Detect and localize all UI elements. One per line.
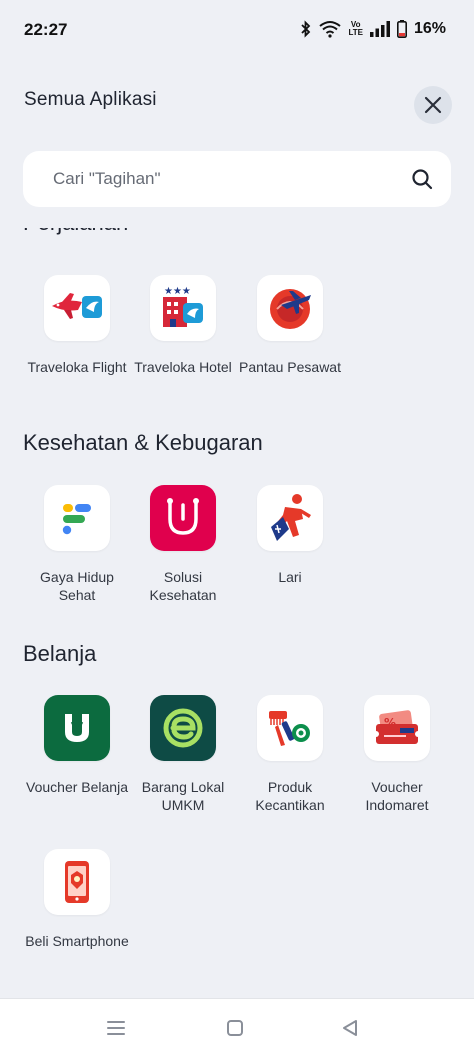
status-time: 22:27 [24,20,68,39]
close-button[interactable] [414,86,452,124]
solusi-kesehatan-icon [150,485,216,551]
app-label: Gaya Hidup Sehat [40,569,114,603]
app-gaya-hidup-sehat[interactable]: Gaya Hidup Sehat [24,485,130,604]
search-icon[interactable] [411,168,433,190]
app-label: Voucher Indomaret [365,779,429,813]
svg-text:★★★: ★★★ [164,286,191,297]
section-title-perjalanan: Perjalanan [23,228,128,236]
app-label: Beli Smartphone [25,933,129,949]
app-voucher-belanja[interactable]: Voucher Belanja [24,695,130,796]
battery-icon [396,20,407,38]
page-title: Semua Aplikasi [24,89,157,110]
produk-kecantikan-icon [257,695,323,761]
app-beli-smartphone[interactable]: Beli Smartphone [24,849,130,950]
app-list[interactable]: Perjalanan Traveloka Flight ★★★ [0,228,474,998]
status-bar: 22:27 Vo LTE 16% [0,0,474,62]
app-label: Voucher Belanja [26,779,128,795]
app-label: Lari [278,569,302,585]
app-label: Pantau Pesawat [239,359,341,375]
wifi-icon [319,21,342,38]
app-label: Barang Lokal UMKM [141,779,225,813]
signal-icon [369,21,390,37]
volte-icon: Vo LTE [348,21,363,37]
pantau-pesawat-icon [257,275,323,341]
app-label: Solusi Kesehatan [149,569,217,603]
barang-lokal-icon [150,695,216,761]
app-label: Traveloka Hotel [134,359,232,375]
volte-bottom: LTE [348,28,363,37]
app-label: Produk Kecantikan [255,779,325,813]
lari-icon [257,485,323,551]
menu-icon[interactable] [106,1019,126,1037]
system-nav-bar [0,998,474,1058]
close-icon [424,96,442,114]
app-barang-lokal-umkm[interactable]: Barang Lokal UMKM [130,695,236,814]
traveloka-hotel-icon: ★★★ [150,275,216,341]
section-title-kesehatan: Kesehatan & Kebugaran [23,430,263,455]
status-icons: Vo LTE 16% [300,20,446,38]
voucher-indomaret-icon: % [364,695,430,761]
section-title-belanja: Belanja [23,641,97,666]
app-label: Traveloka Flight [27,359,127,375]
app-solusi-kesehatan[interactable]: Solusi Kesehatan [130,485,236,604]
back-icon[interactable] [340,1019,360,1037]
home-icon[interactable] [225,1019,245,1037]
battery-percent: 16% [413,20,446,37]
app-voucher-indomaret[interactable]: % Voucher Indomaret [344,695,450,814]
search-placeholder: Cari "Tagihan" [53,169,161,188]
beli-smartphone-icon [44,849,110,915]
traveloka-flight-icon [44,275,110,341]
bluetooth-icon [301,20,311,38]
gaya-hidup-sehat-icon [44,485,110,551]
voucher-belanja-icon [44,695,110,761]
search-input[interactable]: Cari "Tagihan" [23,151,451,207]
app-traveloka-flight[interactable]: Traveloka Flight [24,275,130,376]
app-traveloka-hotel[interactable]: ★★★ Traveloka Hotel [130,275,236,376]
app-pantau-pesawat[interactable]: Pantau Pesawat [237,275,343,376]
app-lari[interactable]: Lari [237,485,343,586]
app-produk-kecantikan[interactable]: Produk Kecantikan [237,695,343,814]
